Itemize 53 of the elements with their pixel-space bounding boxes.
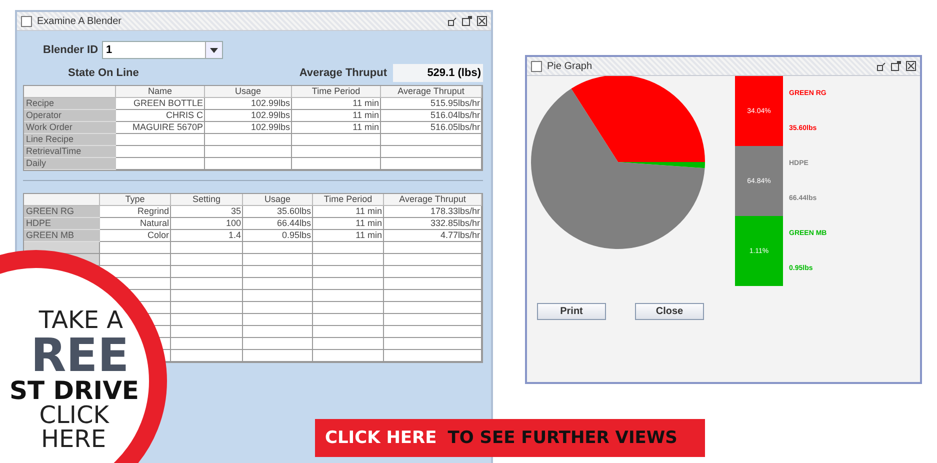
table-cell: GREEN BOTTLE [116, 98, 205, 110]
promo-text: TAKE A [38, 308, 123, 332]
further-views-banner[interactable]: CLICK HERE TO SEE FURTHER VIEWS [315, 419, 705, 457]
table-cell: 178.33lbs/hr [384, 206, 482, 218]
banner-text: TO SEE FURTHER VIEWS [448, 428, 678, 448]
table-cell: 100 [171, 218, 243, 230]
table-cell: 102.99lbs [205, 110, 292, 122]
column-header[interactable]: Usage [243, 194, 313, 206]
column-header[interactable]: Time Period [292, 86, 381, 98]
banner-link[interactable]: CLICK HERE [325, 428, 437, 448]
column-header[interactable]: Name [116, 86, 205, 98]
row-label: Work Order [24, 122, 116, 134]
table-cell: Regrind [100, 206, 171, 218]
row-label: Recipe [24, 98, 116, 110]
row-label: RetrievalTime [24, 146, 116, 158]
table-cell: 11 min [313, 218, 384, 230]
table-cell: 102.99lbs [205, 98, 292, 110]
close-button[interactable]: Close [635, 303, 704, 320]
print-button[interactable]: Print [537, 303, 606, 320]
state-label: State On Line [68, 67, 139, 79]
table-cell: Natural [100, 218, 171, 230]
table-cell: 516.04lbs/hr [381, 110, 482, 122]
column-header[interactable]: Type [100, 194, 171, 206]
row-label: HDPE [24, 218, 100, 230]
promo-text: REE [30, 332, 129, 378]
average-thruput-value: 529.1 (lbs) [393, 64, 483, 82]
promo-text: ST DRIVE [10, 378, 139, 403]
table-cell: 11 min [292, 110, 381, 122]
row-label: GREEN MB [24, 230, 100, 242]
table-cell: 35.60lbs [243, 206, 313, 218]
column-header[interactable]: Usage [205, 86, 292, 98]
window-title: Pie Graph [547, 60, 594, 72]
window-title: Examine A Blender [37, 16, 122, 26]
row-label: Daily [24, 158, 116, 170]
promo-text: HERE [40, 427, 106, 451]
column-header[interactable]: Average Thruput [381, 86, 482, 98]
table-cell: 515.95lbs/hr [381, 98, 482, 110]
column-header[interactable]: Average Thruput [384, 194, 482, 206]
table-cell: CHRIS C [116, 110, 205, 122]
blender-id-dropdown[interactable]: 1 [102, 41, 224, 59]
row-label: Line Recipe [24, 134, 116, 146]
row-label: Operator [24, 110, 116, 122]
field-label: Average Thruput [299, 67, 387, 79]
field-label: Blender ID [43, 44, 98, 56]
table-cell: 35 [171, 206, 243, 218]
column-header[interactable]: Time Period [313, 194, 384, 206]
table-cell: 11 min [292, 98, 381, 110]
table-cell: 332.85lbs/hr [384, 218, 482, 230]
row-label: GREEN RG [24, 206, 100, 218]
column-header[interactable]: Setting [171, 194, 243, 206]
table-cell: 11 min [313, 206, 384, 218]
table-cell: 66.44lbs [243, 218, 313, 230]
promo-text: CLICK [39, 403, 109, 427]
